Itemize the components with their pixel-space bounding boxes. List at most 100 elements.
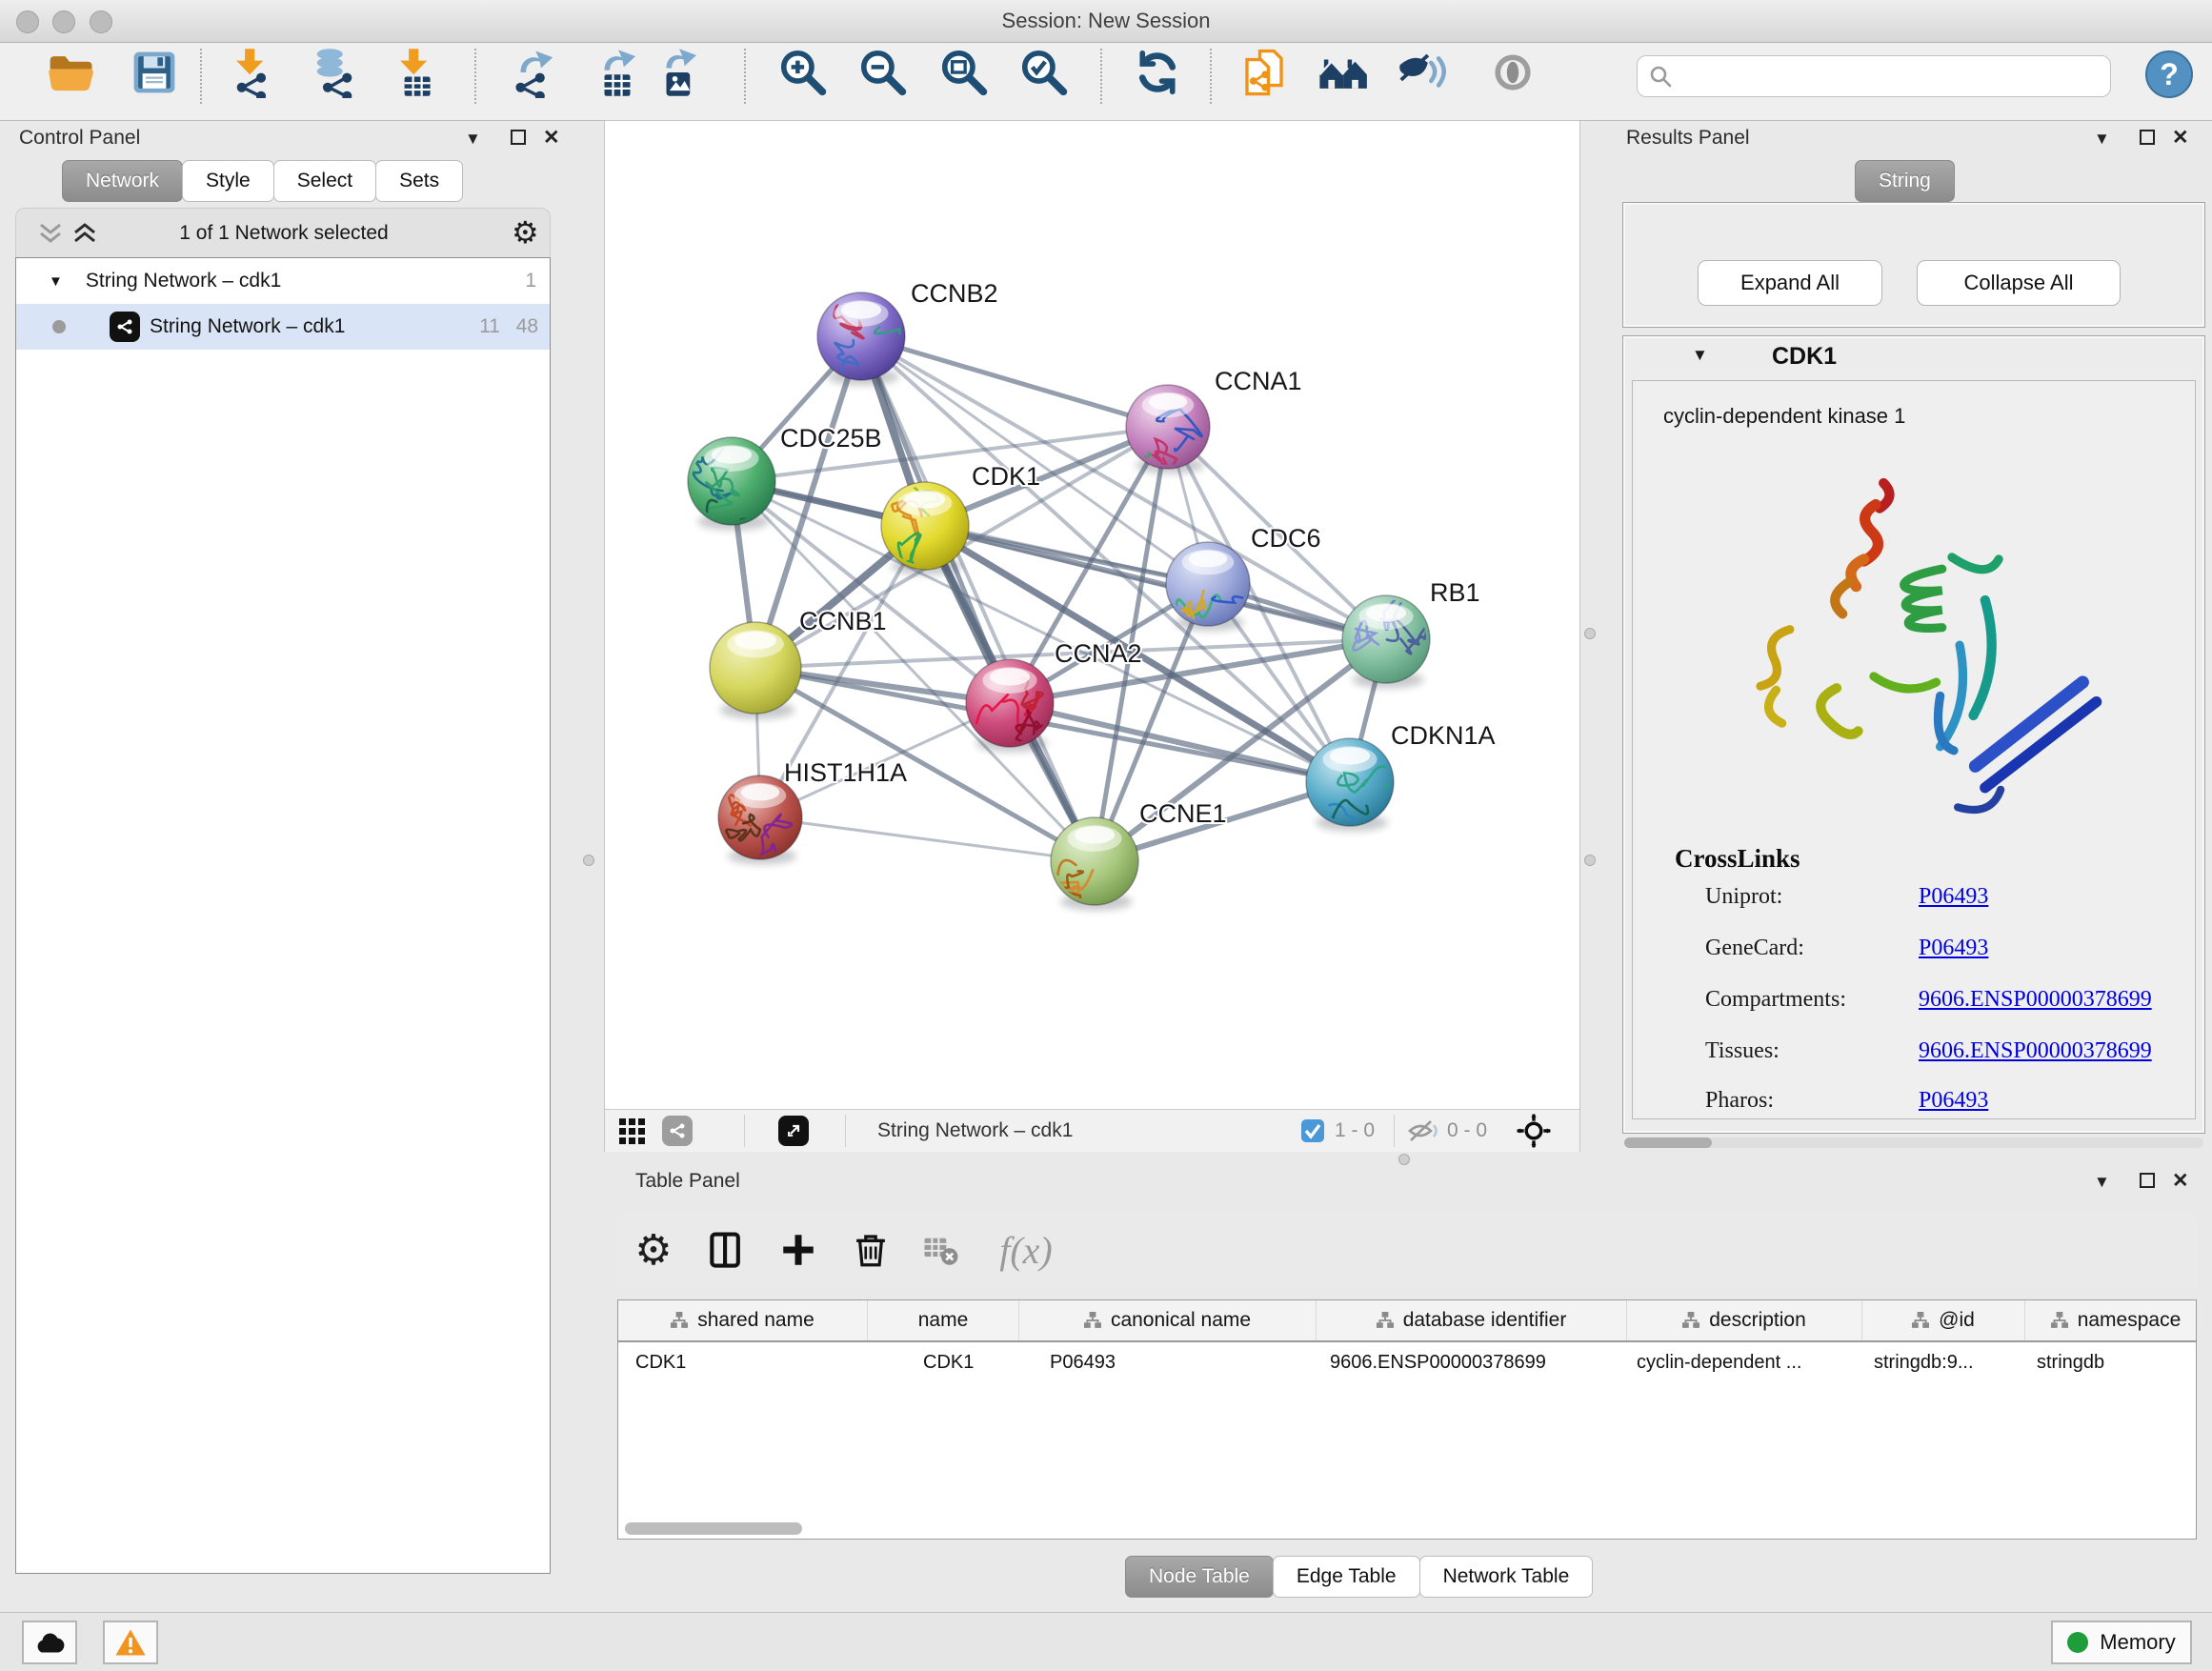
- crosshair-icon[interactable]: [1516, 1113, 1552, 1149]
- table-panel-close-icon[interactable]: ✕: [2172, 1169, 2189, 1193]
- tab-edge-table[interactable]: Edge Table: [1273, 1556, 1420, 1598]
- results-panel-float-menu-icon[interactable]: ▼: [2094, 130, 2110, 149]
- table-row[interactable]: CDK1 CDK1 P06493 9606.ENSP00000378699 cy…: [618, 1342, 2196, 1382]
- column-header[interactable]: namespace: [2025, 1300, 2197, 1340]
- right-splitter-grip[interactable]: [1584, 628, 1596, 639]
- collapse-all-button[interactable]: Collapse All: [1917, 260, 2121, 306]
- tab-style[interactable]: Style: [182, 160, 274, 202]
- export-image-button[interactable]: [652, 45, 707, 100]
- svg-text:CCNB2: CCNB2: [911, 279, 998, 308]
- left-splitter-grip[interactable]: [583, 855, 594, 866]
- bottom-splitter-grip[interactable]: [1398, 1154, 1410, 1165]
- network-badge-icon[interactable]: [662, 1116, 693, 1146]
- cell-id: stringdb:9...: [1862, 1352, 2025, 1374]
- cell-namespace: stringdb: [2025, 1352, 2197, 1374]
- node-table: shared name name canonical name database…: [617, 1299, 2197, 1540]
- network-options-gear-icon[interactable]: ⚙: [512, 214, 539, 251]
- houses-button[interactable]: [1315, 45, 1370, 100]
- zoom-in-button[interactable]: [775, 45, 831, 100]
- table-settings-gear-icon[interactable]: ⚙: [629, 1225, 678, 1275]
- help-button[interactable]: ?: [2145, 50, 2193, 98]
- tab-string[interactable]: String: [1855, 160, 1955, 202]
- zoom-fit-icon: [938, 47, 990, 98]
- crosslink-label: Uniprot:: [1705, 884, 1782, 910]
- selected-checkbox-icon[interactable]: [1300, 1118, 1325, 1143]
- column-header[interactable]: database identifier: [1317, 1300, 1627, 1340]
- column-header[interactable]: @id: [1862, 1300, 2025, 1340]
- right-splitter-grip[interactable]: [1584, 855, 1596, 866]
- cell-canonical-name: P06493: [1019, 1352, 1317, 1374]
- search-input[interactable]: [1637, 55, 2111, 97]
- open-session-button[interactable]: [43, 45, 98, 100]
- network-row[interactable]: String Network – cdk1 11 48: [16, 304, 550, 350]
- column-header[interactable]: name: [868, 1300, 1019, 1340]
- tab-network-table[interactable]: Network Table: [1419, 1556, 1594, 1598]
- network-canvas[interactable]: CCNB2CCNA1CDC25BCDK1CDC6RB1CCNB1CCNA2CDK…: [605, 121, 1579, 1109]
- show-details-button[interactable]: [1485, 45, 1540, 100]
- svg-text:HIST1H1A: HIST1H1A: [784, 758, 907, 787]
- results-panel-float-icon[interactable]: [2140, 130, 2155, 145]
- delete-column-icon[interactable]: [846, 1225, 895, 1275]
- results-scrollbar-track[interactable]: [1624, 1137, 2203, 1148]
- hidden-eye-icon[interactable]: [1407, 1118, 1441, 1143]
- cloud-status-button[interactable]: [22, 1621, 77, 1664]
- crosslink-tissues-link[interactable]: 9606.ENSP00000378699: [1919, 1038, 2152, 1064]
- crosslink-label: Pharos:: [1705, 1088, 1774, 1114]
- export-network-button[interactable]: [506, 45, 561, 100]
- results-panel-close-icon[interactable]: ✕: [2172, 126, 2189, 150]
- crosslink-pharos-link[interactable]: P06493: [1919, 1088, 1988, 1114]
- refresh-button[interactable]: [1130, 45, 1185, 100]
- show-columns-icon[interactable]: [701, 1225, 751, 1275]
- network-collection-row[interactable]: ▼ String Network – cdk1 1: [16, 258, 550, 304]
- control-panel-close-icon[interactable]: ✕: [543, 126, 560, 150]
- column-header[interactable]: shared name: [618, 1300, 868, 1340]
- zoom-fit-button[interactable]: [936, 45, 992, 100]
- save-session-button[interactable]: [127, 45, 182, 100]
- collection-expander-icon[interactable]: ▼: [49, 273, 63, 290]
- table-panel-float-menu-icon[interactable]: ▼: [2094, 1173, 2110, 1192]
- import-network-from-database-button[interactable]: [309, 45, 364, 100]
- import-network-icon: [227, 47, 278, 98]
- results-scrollbar-thumb[interactable]: [1624, 1137, 1712, 1148]
- column-header[interactable]: canonical name: [1019, 1300, 1317, 1340]
- tab-network[interactable]: Network: [62, 160, 183, 202]
- function-builder-icon[interactable]: f(x): [983, 1225, 1069, 1275]
- export-network-icon: [508, 47, 559, 98]
- zoom-out-button[interactable]: [855, 45, 911, 100]
- tab-sets[interactable]: Sets: [375, 160, 463, 202]
- network-row-label: String Network – cdk1: [150, 315, 345, 338]
- zoom-selected-button[interactable]: [1016, 45, 1072, 100]
- zoom-selected-icon: [1018, 47, 1070, 98]
- import-network-button[interactable]: [225, 45, 280, 100]
- control-panel-float-icon[interactable]: [511, 130, 526, 145]
- gene-section-expander-icon[interactable]: ▼: [1692, 346, 1708, 365]
- open-in-new-window-icon[interactable]: [778, 1116, 809, 1146]
- table-panel-float-icon[interactable]: [2140, 1173, 2155, 1188]
- crosslink-compartments-link[interactable]: 9606.ENSP00000378699: [1919, 987, 2152, 1013]
- crosslink-uniprot-link[interactable]: P06493: [1919, 884, 1988, 910]
- birds-eye-grid-icon[interactable]: [618, 1117, 647, 1146]
- memory-label: Memory: [2100, 1630, 2175, 1655]
- database-icon: [311, 47, 362, 98]
- string-import-button[interactable]: [1237, 45, 1292, 100]
- control-panel-float-menu-icon[interactable]: ▼: [465, 130, 481, 149]
- network-list: ▼ String Network – cdk1 1 String Network…: [15, 257, 551, 1574]
- memory-button[interactable]: Memory: [2051, 1621, 2192, 1664]
- tab-select[interactable]: Select: [273, 160, 376, 202]
- tab-node-table[interactable]: Node Table: [1125, 1556, 1274, 1598]
- delete-table-icon[interactable]: [916, 1225, 966, 1275]
- table-scrollbar-thumb[interactable]: [625, 1522, 802, 1535]
- warning-status-button[interactable]: [103, 1621, 158, 1664]
- cell-name: CDK1: [868, 1352, 1019, 1374]
- import-table-button[interactable]: [389, 45, 444, 100]
- expand-all-button[interactable]: Expand All: [1698, 260, 1882, 306]
- export-table-button[interactable]: [590, 45, 645, 100]
- protein-structure-image: [1715, 444, 2115, 835]
- network-list-header: 1 of 1 Network selected ⚙: [15, 208, 551, 257]
- hidden-count: 0 - 0: [1447, 1119, 1487, 1142]
- crosslink-genecard-link[interactable]: P06493: [1919, 936, 1988, 961]
- crosslink-label: Tissues:: [1705, 1038, 1780, 1064]
- add-column-icon[interactable]: [774, 1225, 823, 1275]
- hide-selected-button[interactable]: [1393, 45, 1448, 100]
- column-header[interactable]: description: [1627, 1300, 1862, 1340]
